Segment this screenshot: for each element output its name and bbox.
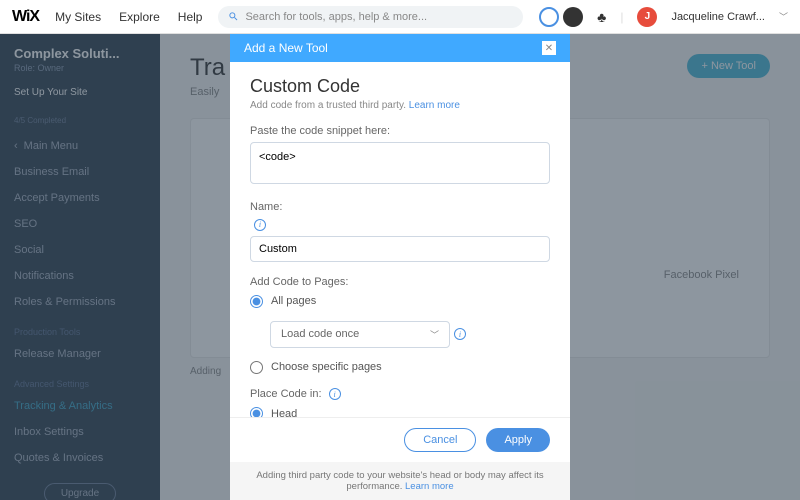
modal-title: Custom Code [250, 76, 550, 97]
warning-learn-more[interactable]: Learn more [405, 481, 454, 492]
load-code-select[interactable]: Load code once﹀ [270, 321, 450, 348]
custom-code-modal: Add a New Tool ✕ Custom Code Add code fr… [230, 34, 570, 500]
wix-logo[interactable]: WiX [12, 8, 39, 26]
info-icon[interactable]: i [254, 219, 266, 231]
warning-bar: Adding third party code to your website'… [230, 462, 570, 500]
search-placeholder: Search for tools, apps, help & more... [245, 11, 427, 23]
chat-icon[interactable] [563, 7, 583, 27]
cancel-button[interactable]: Cancel [404, 428, 476, 452]
place-code-label: Place Code in: i [250, 388, 550, 401]
modal-overlay: Add a New Tool ✕ Custom Code Add code fr… [0, 34, 800, 500]
nav-my-sites[interactable]: My Sites [55, 10, 101, 24]
learn-more-link[interactable]: Learn more [409, 100, 460, 111]
top-nav: My Sites Explore Help [55, 10, 202, 24]
modal-header: Add a New Tool ✕ [230, 34, 570, 62]
top-bar: WiX My Sites Explore Help Search for too… [0, 0, 800, 34]
radio-all-pages[interactable]: All pages [250, 295, 550, 308]
code-snippet-input[interactable]: <code> [250, 142, 550, 184]
close-icon[interactable]: ✕ [542, 41, 556, 55]
chevron-down-icon: ﹀ [430, 328, 439, 341]
top-right: ♣ | J Jacqueline Crawf... ﹀ [539, 7, 788, 27]
avatar[interactable]: J [637, 7, 657, 27]
chevron-down-icon[interactable]: ﹀ [779, 10, 788, 23]
apply-button[interactable]: Apply [486, 428, 550, 452]
help-circle-icon[interactable] [539, 7, 559, 27]
radio-specific-pages[interactable]: Choose specific pages [250, 361, 550, 374]
radio-head[interactable]: Head [250, 407, 550, 417]
modal-header-title: Add a New Tool [244, 41, 328, 55]
modal-subtitle: Add code from a trusted third party. Lea… [250, 100, 550, 111]
bell-icon[interactable]: ♣ [597, 9, 606, 25]
info-icon[interactable]: i [454, 328, 466, 340]
name-label: Name: [250, 201, 550, 213]
search-input[interactable]: Search for tools, apps, help & more... [218, 6, 523, 28]
user-name[interactable]: Jacqueline Crawf... [671, 11, 765, 23]
search-icon [228, 11, 239, 22]
info-icon[interactable]: i [329, 388, 341, 400]
name-input[interactable] [250, 236, 550, 262]
paste-label: Paste the code snippet here: [250, 125, 550, 137]
nav-help[interactable]: Help [178, 10, 203, 24]
nav-explore[interactable]: Explore [119, 10, 160, 24]
add-pages-label: Add Code to Pages: [250, 276, 550, 288]
modal-footer: Cancel Apply [230, 417, 570, 462]
